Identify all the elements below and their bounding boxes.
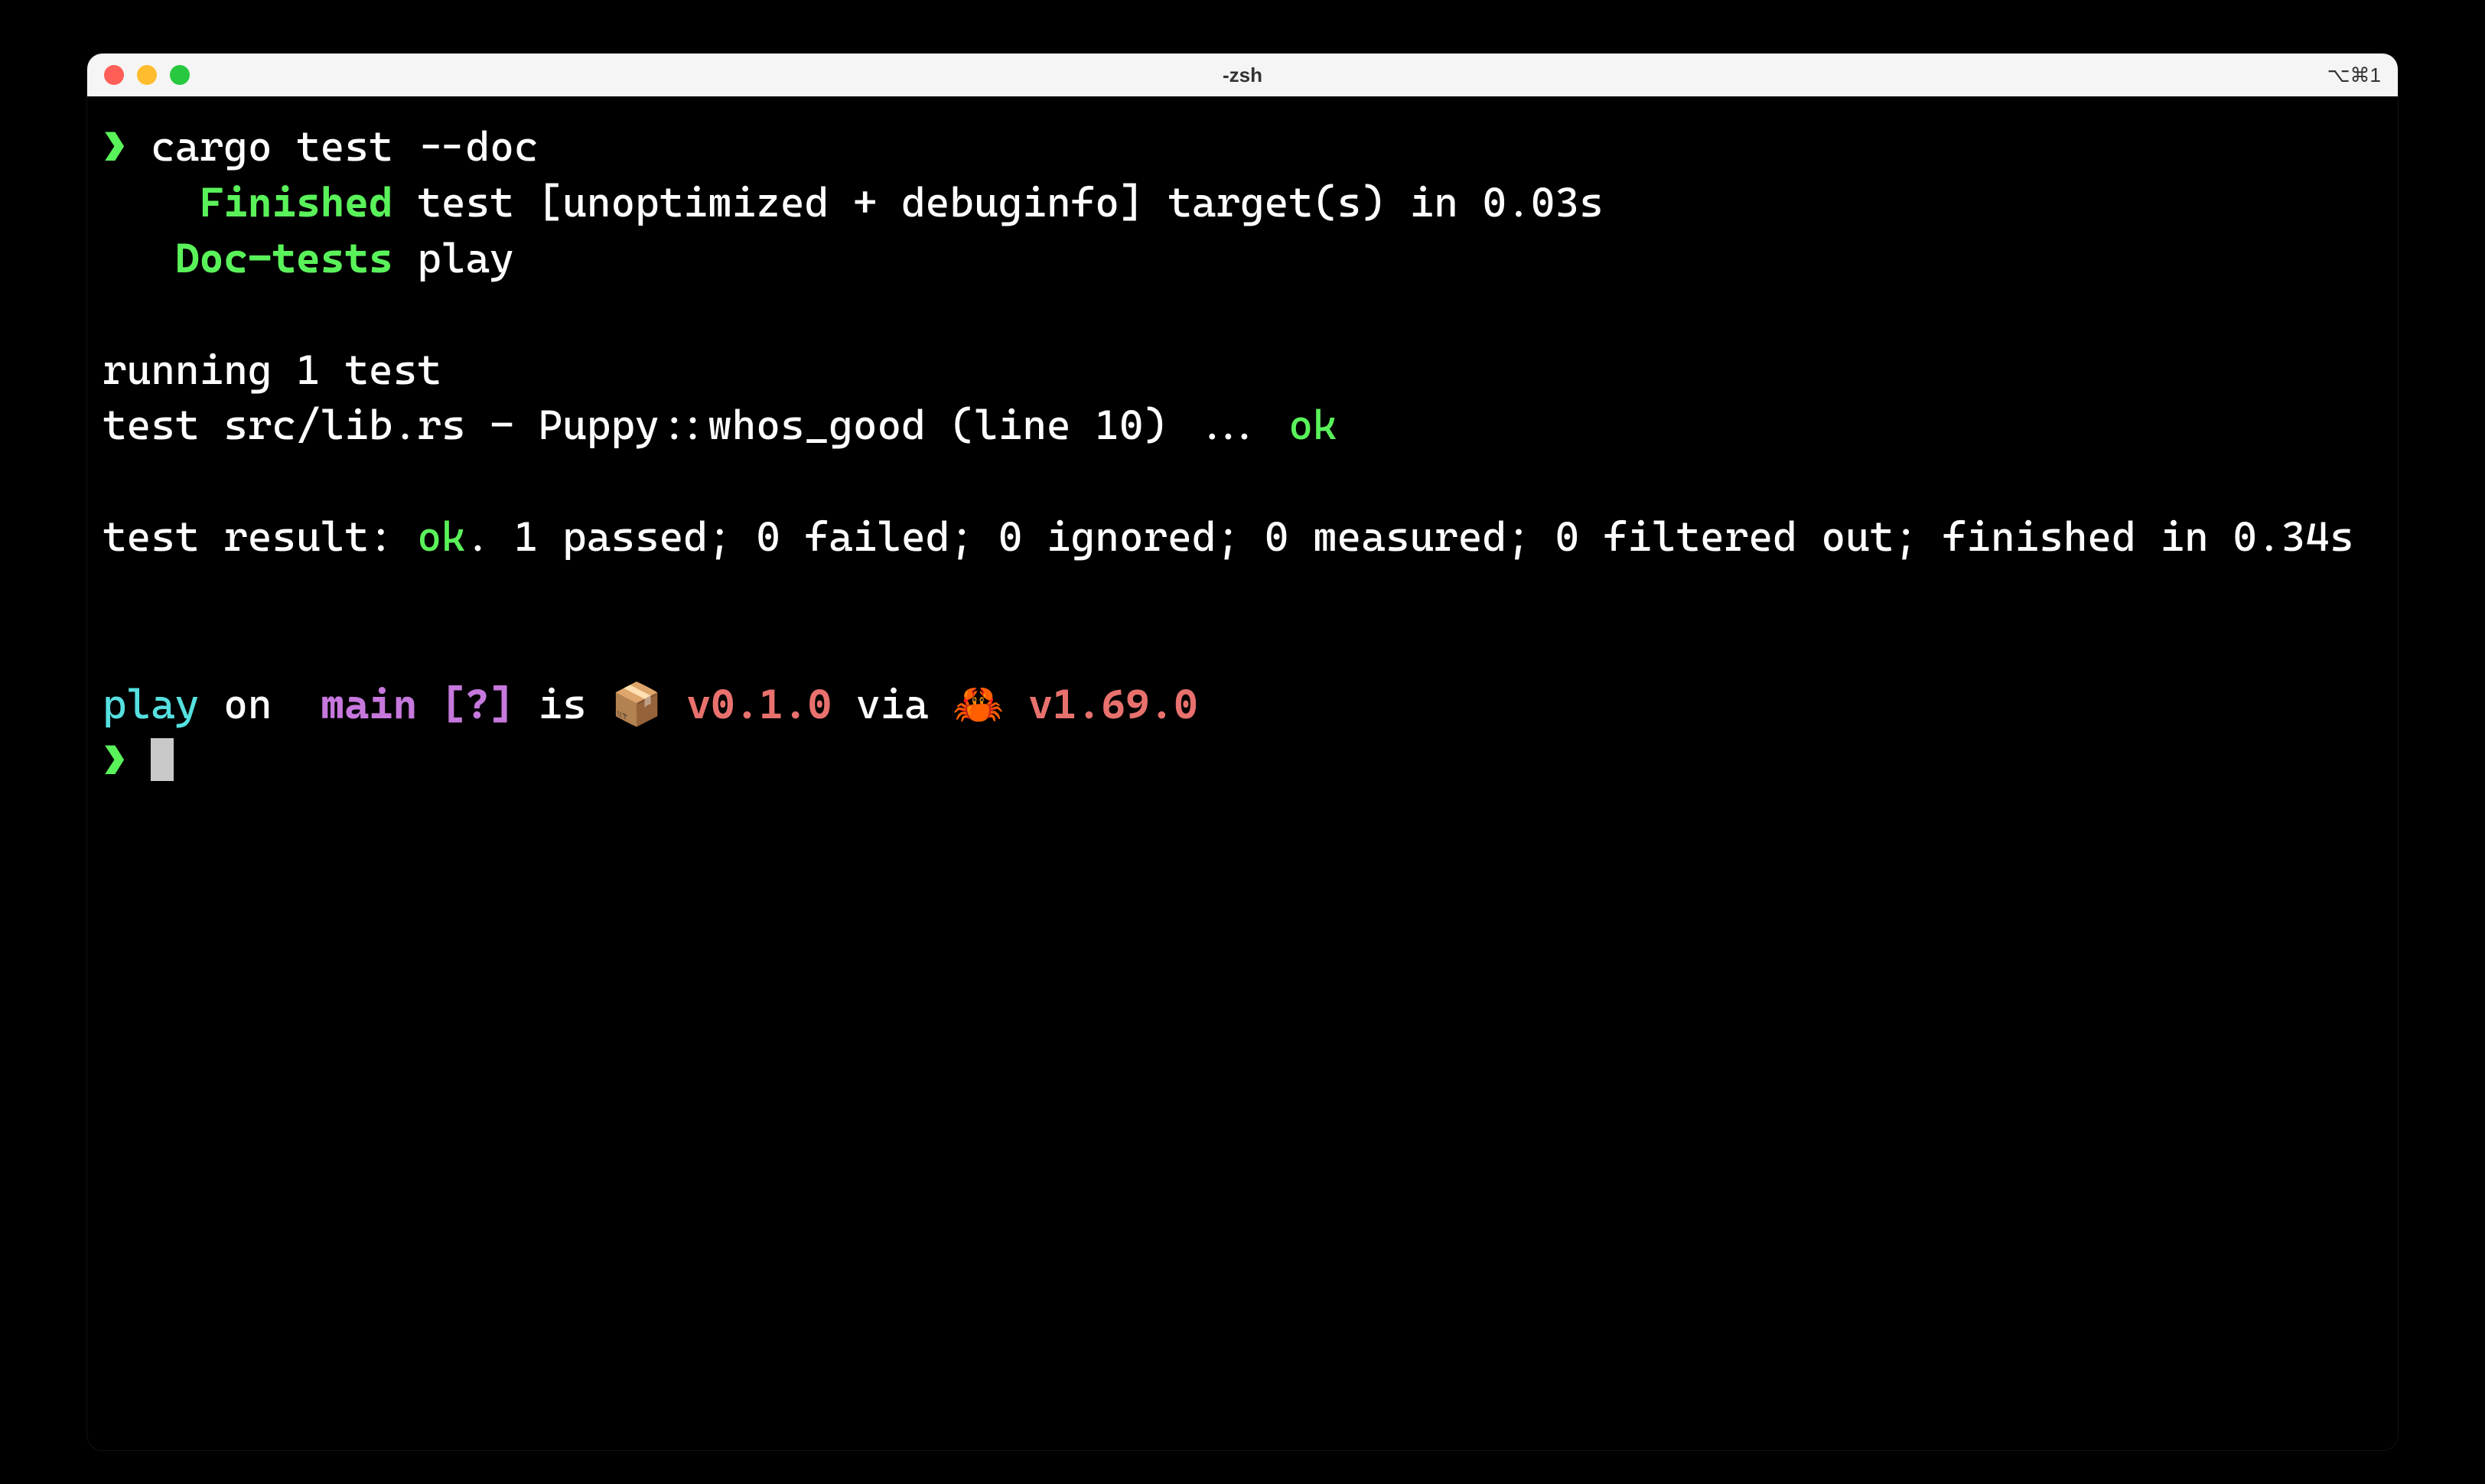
minimize-window-button[interactable]: [137, 65, 157, 85]
window-title: -zsh: [1223, 63, 1262, 87]
git-flags: [?]: [417, 680, 514, 728]
terminal-output[interactable]: ❯ cargo test --doc Finished test [unopti…: [87, 96, 2398, 1450]
rust-version: v1.69.0: [1028, 680, 1197, 728]
status-is: is: [514, 680, 611, 728]
result-prefix: test result:: [103, 513, 417, 561]
window-shortcut-label: ⌥⌘1: [2327, 63, 2381, 87]
prompt-arrow-icon: ❯: [103, 736, 127, 784]
terminal-window: -zsh ⌥⌘1 ❯ cargo test --doc Finished tes…: [87, 54, 2398, 1450]
git-branch-icon: [296, 680, 321, 728]
test-line-status: ok: [1288, 401, 1337, 449]
result-suffix: . 1 passed; 0 failed; 0 ignored; 0 measu…: [466, 513, 2354, 561]
finished-label: Finished: [200, 178, 393, 226]
status-via: via: [832, 680, 953, 728]
close-window-button[interactable]: [104, 65, 124, 85]
prompt-arrow-icon: ❯: [103, 122, 127, 171]
command-text: cargo test --doc: [151, 122, 538, 171]
status-on: on: [200, 680, 297, 728]
finished-rest: test [unoptimized + debuginfo] target(s)…: [393, 178, 1604, 226]
running-line: running 1 test: [103, 346, 441, 394]
test-line-prefix: test src/lib.rs - Puppy::whos_good (line…: [103, 401, 1288, 449]
status-directory: play: [103, 680, 200, 728]
result-status: ok: [417, 513, 465, 561]
maximize-window-button[interactable]: [170, 65, 190, 85]
traffic-lights: [104, 65, 190, 85]
window-titlebar: -zsh ⌥⌘1: [87, 54, 2398, 96]
doctests-label: Doc-tests: [175, 234, 393, 282]
doctests-rest: play: [393, 234, 514, 282]
rust-icon: 🦀: [953, 680, 1028, 728]
cursor: [151, 738, 174, 781]
git-branch: main: [321, 680, 418, 728]
package-version: v0.1.0: [686, 680, 832, 728]
package-icon: 📦: [611, 680, 686, 728]
